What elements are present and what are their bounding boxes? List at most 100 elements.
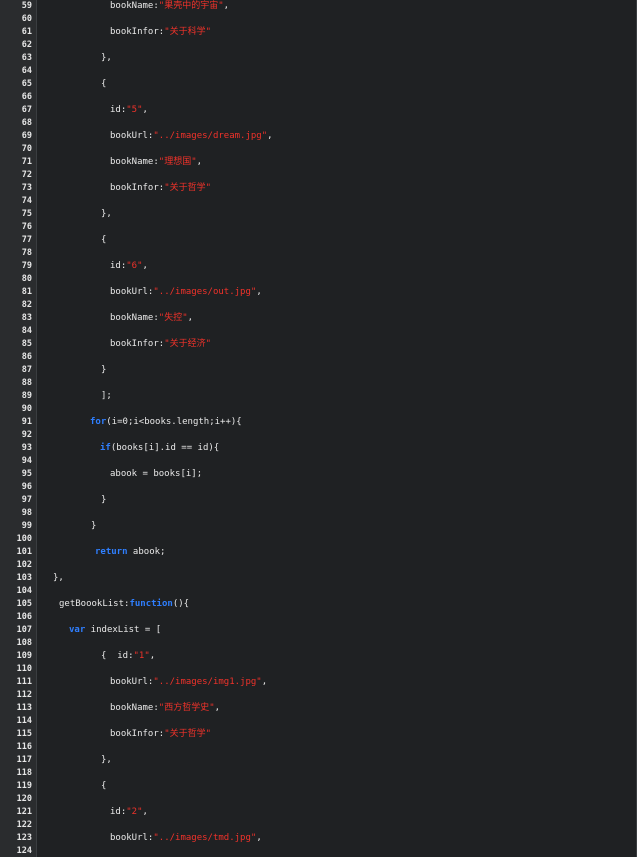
- code-line[interactable]: 77 {: [0, 234, 636, 247]
- code-line[interactable]: 81 bookUrl:"../images/out.jpg",: [0, 286, 636, 299]
- line-number: 111: [16, 677, 32, 687]
- code-line[interactable]: 123 bookUrl:"../images/tmd.jpg",: [0, 832, 636, 845]
- code-line[interactable]: 105 getBoookList:function(){: [0, 598, 636, 611]
- code-line[interactable]: 116: [0, 741, 636, 754]
- string-token: "../images/dream.jpg": [153, 131, 268, 141]
- line-number: 92: [21, 430, 32, 440]
- code-line[interactable]: 63},: [0, 52, 636, 65]
- code-line[interactable]: 80: [0, 273, 636, 286]
- code-line[interactable]: 75},: [0, 208, 636, 221]
- code-line[interactable]: 78: [0, 247, 636, 260]
- code-line[interactable]: 110: [0, 663, 636, 676]
- code-token: (){: [172, 599, 190, 609]
- code-token: id:: [110, 261, 127, 271]
- code-line[interactable]: 76: [0, 221, 636, 234]
- code-line[interactable]: 113 bookName:"西方哲学史",: [0, 702, 636, 715]
- code-line[interactable]: 114: [0, 715, 636, 728]
- code-line[interactable]: 96: [0, 481, 636, 494]
- string-token: "关于哲学": [164, 729, 212, 739]
- code-line[interactable]: 90: [0, 403, 636, 416]
- code-token: {: [101, 235, 107, 245]
- code-line[interactable]: 108: [0, 637, 636, 650]
- keyword-token: for: [90, 417, 107, 427]
- code-line[interactable]: 91 for(i=0;i<books.length;i++){: [0, 416, 636, 429]
- code-line[interactable]: 100: [0, 533, 636, 546]
- line-number: 86: [21, 352, 32, 362]
- code-line[interactable]: 101 return abook;: [0, 546, 636, 559]
- code-line[interactable]: 112: [0, 689, 636, 702]
- string-token: "../images/tmd.jpg": [153, 833, 257, 843]
- code-line[interactable]: 61 bookInfor:"关于科学": [0, 26, 636, 39]
- code-line[interactable]: 89];: [0, 390, 636, 403]
- code-line[interactable]: 87}: [0, 364, 636, 377]
- code-token: ,: [256, 287, 262, 297]
- code-line[interactable]: 111 bookUrl:"../images/img1.jpg",: [0, 676, 636, 689]
- code-line[interactable]: 106: [0, 611, 636, 624]
- code-line[interactable]: 70: [0, 143, 636, 156]
- code-line[interactable]: 109 { id:"1",: [0, 650, 636, 663]
- code-line[interactable]: 79 id:"6",: [0, 260, 636, 273]
- code-line[interactable]: 69 bookUrl:"../images/dream.jpg",: [0, 130, 636, 143]
- code-line[interactable]: 95 abook = books[i];: [0, 468, 636, 481]
- code-line[interactable]: 115 bookInfor:"关于哲学": [0, 728, 636, 741]
- line-number: 97: [21, 495, 32, 505]
- code-line[interactable]: 98: [0, 507, 636, 520]
- code-token: ,: [256, 833, 262, 843]
- code-line[interactable]: 82: [0, 299, 636, 312]
- code-editor[interactable]: 59 bookName:"果壳中的宇宙", 60 61 bookInfor:"关于科学"…: [0, 0, 637, 857]
- code-line[interactable]: 124: [0, 845, 636, 857]
- code-line[interactable]: 107 var indexList = [: [0, 624, 636, 637]
- code-text: id:"2",: [110, 806, 148, 819]
- code-line[interactable]: 74: [0, 195, 636, 208]
- code-line[interactable]: 84: [0, 325, 636, 338]
- line-number: 79: [21, 261, 32, 271]
- code-line[interactable]: 119 {: [0, 780, 636, 793]
- code-line[interactable]: 122: [0, 819, 636, 832]
- code-line[interactable]: 65 {: [0, 78, 636, 91]
- line-number: 119: [16, 781, 32, 791]
- code-line[interactable]: 86: [0, 351, 636, 364]
- line-number: 77: [21, 235, 32, 245]
- code-token: bookName:: [110, 157, 159, 167]
- code-text: for(i=0;i<books.length;i++){: [90, 416, 242, 429]
- code-line[interactable]: 121 id:"2",: [0, 806, 636, 819]
- code-line[interactable]: 85 bookInfor:"关于经济": [0, 338, 636, 351]
- code-line[interactable]: 71 bookName:"理想国",: [0, 156, 636, 169]
- code-line[interactable]: 102: [0, 559, 636, 572]
- code-line[interactable]: 68: [0, 117, 636, 130]
- line-number: 90: [21, 404, 32, 414]
- line-number: 93: [21, 443, 32, 453]
- code-line[interactable]: 92: [0, 429, 636, 442]
- code-token: ,: [214, 703, 221, 713]
- code-token: indexList = [: [85, 625, 162, 635]
- code-lines[interactable]: 59 bookName:"果壳中的宇宙", 60 61 bookInfor:"关于科学"…: [0, 0, 636, 857]
- code-text: bookUrl:"../images/dream.jpg",: [110, 130, 273, 143]
- code-line[interactable]: 93 if(books[i].id == id){: [0, 442, 636, 455]
- code-line[interactable]: 97}: [0, 494, 636, 507]
- code-line[interactable]: 62: [0, 39, 636, 52]
- code-line[interactable]: 73 bookInfor:"关于哲学": [0, 182, 636, 195]
- code-line[interactable]: 59 bookName:"果壳中的宇宙",: [0, 0, 636, 13]
- code-text: {: [101, 780, 106, 793]
- code-line[interactable]: 66: [0, 91, 636, 104]
- code-token: ,: [149, 651, 156, 661]
- line-number: 87: [21, 365, 32, 375]
- line-number: 101: [16, 547, 32, 557]
- code-line[interactable]: 60: [0, 13, 636, 26]
- code-line[interactable]: 103},: [0, 572, 636, 585]
- code-line[interactable]: 64: [0, 65, 636, 78]
- code-token: { id:: [101, 651, 134, 661]
- code-line[interactable]: 67 id:"5",: [0, 104, 636, 117]
- code-line[interactable]: 118: [0, 767, 636, 780]
- code-line[interactable]: 83 bookName:"失控",: [0, 312, 636, 325]
- code-line[interactable]: 104: [0, 585, 636, 598]
- code-line[interactable]: 120: [0, 793, 636, 806]
- line-number: 103: [16, 573, 32, 583]
- code-line[interactable]: 88: [0, 377, 636, 390]
- code-line[interactable]: 117},: [0, 754, 636, 767]
- line-number: 73: [21, 183, 32, 193]
- line-number: 59: [21, 1, 32, 11]
- code-line[interactable]: 99}: [0, 520, 636, 533]
- code-line[interactable]: 72: [0, 169, 636, 182]
- code-line[interactable]: 94: [0, 455, 636, 468]
